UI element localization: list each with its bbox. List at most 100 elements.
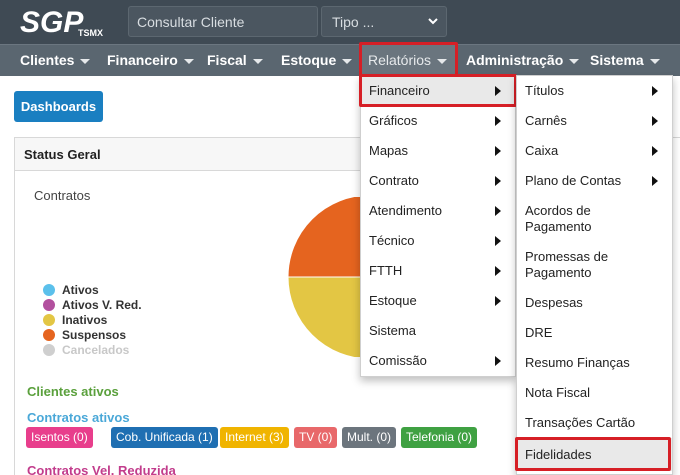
chevron-right-icon: [495, 296, 501, 306]
menu-item-label: Contrato: [369, 173, 419, 188]
financeiro-submenu: Títulos Carnês Caixa Plano de Contas Acordos…: [516, 75, 673, 475]
caret-down-icon: [252, 58, 263, 64]
legend-dot-icon: [43, 314, 55, 326]
menu-item-ftth[interactable]: FTTH: [361, 256, 515, 286]
caret-down-icon: [342, 58, 353, 64]
chevron-right-icon: [652, 176, 658, 186]
contratos-vel-reduzida-heading: Contratos Vel. Reduzida: [27, 463, 176, 475]
menu-item-label: FTTH: [369, 263, 403, 278]
submenu-item-label: Acordos de Pagamento: [525, 203, 592, 234]
legend-dot-icon: [43, 329, 55, 341]
submenu-item-caixa[interactable]: Caixa: [517, 136, 672, 166]
legend-label: Ativos V. Red.: [62, 298, 142, 312]
menu-item-label: Gráficos: [369, 113, 418, 128]
menu-item-tecnico[interactable]: Técnico: [361, 226, 515, 256]
chevron-down-icon: [428, 18, 438, 25]
main-nav: Clientes Financeiro Fiscal Estoque Relat…: [0, 44, 680, 76]
highlight-fidelidades: [515, 437, 671, 471]
menu-item-label: Atendimento: [369, 203, 442, 218]
nav-fiscal[interactable]: Fiscal: [207, 45, 263, 76]
submenu-item-label: Despesas: [525, 295, 583, 310]
svg-text:SGP: SGP: [20, 6, 84, 38]
submenu-item-dre[interactable]: DRE: [517, 318, 672, 348]
menu-item-label: Técnico: [369, 233, 415, 248]
submenu-item-transacoes-cartao[interactable]: Transações Cartão: [517, 408, 672, 438]
highlight-relatorios: [359, 42, 458, 77]
badge-cob-unificada-1[interactable]: Cob. Unificada (1): [111, 427, 218, 448]
chart-title: Contratos: [34, 188, 91, 203]
chevron-right-icon: [652, 116, 658, 126]
submenu-item-label: Caixa: [525, 143, 559, 158]
menu-item-atendimento[interactable]: Atendimento: [361, 196, 515, 226]
contratos-ativos-heading: Contratos ativos: [27, 410, 130, 425]
legend-item-cancelados[interactable]: Cancelados: [43, 343, 142, 358]
submenu-item-resumo-financas[interactable]: Resumo Finanças: [517, 348, 672, 378]
submenu-item-despesas[interactable]: Despesas: [517, 288, 672, 318]
chevron-right-icon: [495, 356, 501, 366]
legend-label: Inativos: [62, 313, 108, 327]
chevron-right-icon: [495, 176, 501, 186]
submenu-item-label: Nota Fiscal: [525, 385, 591, 400]
search-placeholder: Consultar Cliente: [137, 14, 245, 30]
submenu-item-label: Carnês: [525, 113, 567, 128]
submenu-item-nota-fiscal[interactable]: Nota Fiscal: [517, 378, 672, 408]
nav-sistema[interactable]: Sistema: [590, 45, 660, 76]
menu-item-label: Mapas: [369, 143, 409, 158]
badge-isentos-0[interactable]: Isentos (0): [26, 427, 93, 448]
chevron-right-icon: [495, 116, 501, 126]
submenu-item-carnes[interactable]: Carnês: [517, 106, 672, 136]
dashboards-button[interactable]: Dashboards: [14, 91, 103, 122]
type-select-value: Tipo ...: [332, 14, 375, 30]
relatorios-dropdown: Financeiro Gráficos Mapas Contrato Atendimen…: [360, 75, 516, 377]
svg-text:TSMX: TSMX: [78, 28, 103, 38]
menu-item-sistema[interactable]: Sistema: [361, 316, 515, 346]
chevron-right-icon: [495, 146, 501, 156]
chart-legend: Ativos Ativos V. Red. Inativos Suspensos Can…: [43, 283, 142, 358]
menu-item-mapas[interactable]: Mapas: [361, 136, 515, 166]
nav-clientes[interactable]: Clientes: [20, 45, 91, 76]
caret-down-icon: [183, 58, 194, 64]
menu-item-comissao[interactable]: Comissão: [361, 346, 515, 376]
pie-slice-suspensos[interactable]: [287, 197, 371, 278]
legend-dot-icon: [43, 284, 55, 296]
badge-tv-0[interactable]: TV (0): [294, 427, 338, 448]
type-select[interactable]: Tipo ...: [321, 6, 447, 37]
clientes-ativos-heading: Clientes ativos: [27, 384, 119, 399]
nav-estoque[interactable]: Estoque: [281, 45, 353, 76]
search-client-input[interactable]: Consultar Cliente: [128, 6, 318, 37]
nav-administracao[interactable]: Administração: [466, 45, 580, 76]
legend-dot-icon: [43, 299, 55, 311]
legend-item-ativos-v-red[interactable]: Ativos V. Red.: [43, 298, 142, 313]
submenu-item-plano-de-contas[interactable]: Plano de Contas: [517, 166, 672, 196]
submenu-item-label: Promessas de Pagamento: [525, 249, 609, 280]
submenu-item-titulos[interactable]: Títulos: [517, 76, 672, 106]
badge-internet-3[interactable]: Internet (3): [220, 427, 289, 448]
chevron-right-icon: [495, 236, 501, 246]
nav-financeiro[interactable]: Financeiro: [107, 45, 194, 76]
menu-item-label: Comissão: [369, 353, 427, 368]
sgp-logo[interactable]: SGP TSMX: [20, 6, 110, 38]
submenu-item-label: Títulos: [525, 83, 565, 98]
menu-item-graficos[interactable]: Gráficos: [361, 106, 515, 136]
submenu-item-acordos-de-pagamento[interactable]: Acordos de Pagamento: [517, 196, 672, 242]
legend-label: Ativos: [62, 283, 99, 297]
submenu-item-label: Resumo Finanças: [525, 355, 630, 370]
menu-item-contrato[interactable]: Contrato: [361, 166, 515, 196]
chevron-right-icon: [495, 266, 501, 276]
highlight-financeiro: [359, 74, 517, 107]
menu-item-label: Sistema: [369, 323, 416, 338]
submenu-item-promessas-de-pagamento[interactable]: Promessas de Pagamento: [517, 242, 672, 288]
caret-down-icon: [569, 58, 580, 64]
menu-item-label: Estoque: [369, 293, 417, 308]
legend-item-inativos[interactable]: Inativos: [43, 313, 142, 328]
legend-item-suspensos[interactable]: Suspensos: [43, 328, 142, 343]
top-bar: SGP TSMX Consultar Cliente Tipo ...: [0, 0, 680, 44]
legend-item-ativos[interactable]: Ativos: [43, 283, 142, 298]
caret-down-icon: [649, 58, 660, 64]
submenu-item-label: Plano de Contas: [525, 173, 622, 188]
badge-telefonia-0[interactable]: Telefonia (0): [401, 427, 478, 448]
chevron-right-icon: [652, 86, 658, 96]
badge-mult-0[interactable]: Mult. (0): [342, 427, 397, 448]
menu-item-estoque[interactable]: Estoque: [361, 286, 515, 316]
legend-dot-icon: [43, 344, 55, 356]
